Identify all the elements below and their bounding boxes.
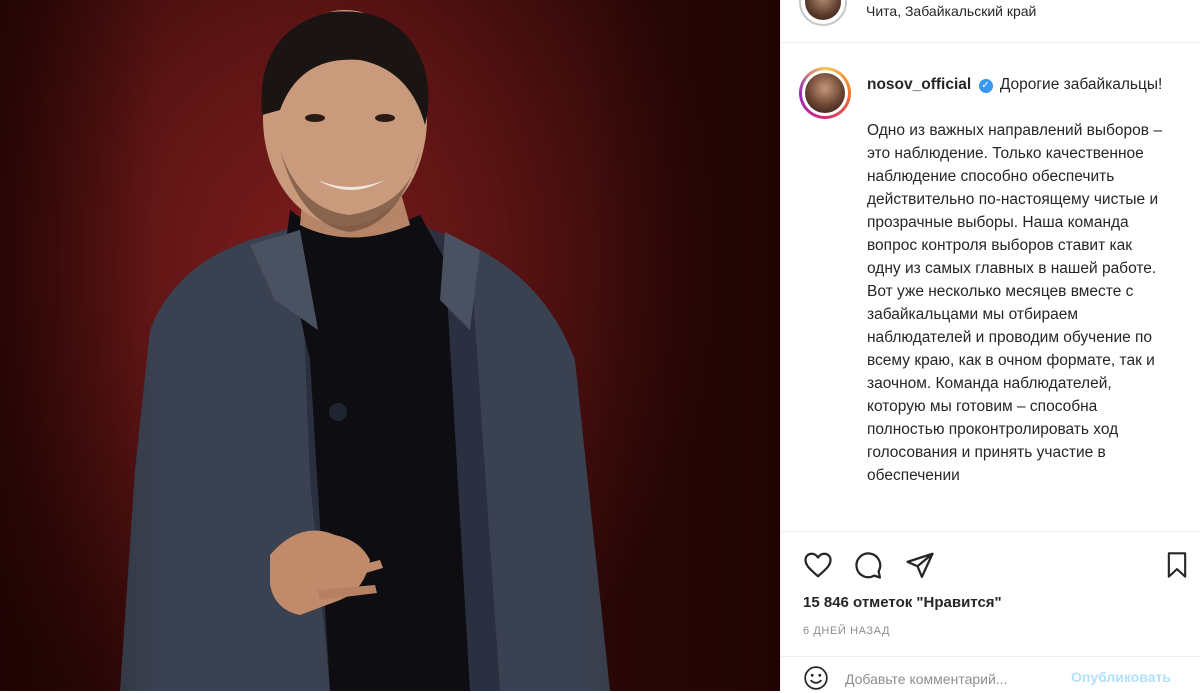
caption: nosov_official ✓ Дорогие забайкальцы! Од… xyxy=(867,73,1167,487)
post-photo[interactable] xyxy=(0,0,780,691)
publish-comment-button[interactable]: Опубликовать xyxy=(1071,669,1171,685)
header-avatar-photo xyxy=(805,0,841,20)
post-header: Чита, Забайкальский край xyxy=(781,0,1200,43)
verified-icon: ✓ xyxy=(978,79,993,93)
share-icon[interactable] xyxy=(905,550,935,580)
caption-body: Одно из важных направлений выборов – это… xyxy=(867,122,1162,484)
comment-input[interactable] xyxy=(843,667,1087,691)
header-avatar[interactable] xyxy=(799,0,847,26)
post-location[interactable]: Чита, Забайкальский край xyxy=(866,3,1036,19)
emoji-icon[interactable] xyxy=(803,665,829,691)
avatar-photo xyxy=(805,73,845,113)
username-link[interactable]: nosov_official xyxy=(867,76,971,93)
post-actions: 15 846 отметок "Нравится" 6 ДНЕЙ НАЗАД О… xyxy=(781,531,1200,692)
photo-vignette xyxy=(0,0,780,691)
comment-form: Опубликовать xyxy=(781,656,1200,693)
comment-icon[interactable] xyxy=(853,550,883,580)
bookmark-icon[interactable] xyxy=(1163,550,1191,580)
caption-area: nosov_official ✓ Дорогие забайкальцы! Од… xyxy=(781,43,1200,531)
post-side-panel: Чита, Забайкальский край nosov_official … xyxy=(780,0,1200,691)
likes-count[interactable]: 15 846 отметок "Нравится" xyxy=(803,594,1002,611)
post-time[interactable]: 6 ДНЕЙ НАЗАД xyxy=(803,625,890,637)
author-avatar[interactable] xyxy=(799,67,851,119)
heart-icon[interactable] xyxy=(803,550,833,580)
caption-lead: Дорогие забайкальцы! xyxy=(999,76,1163,93)
